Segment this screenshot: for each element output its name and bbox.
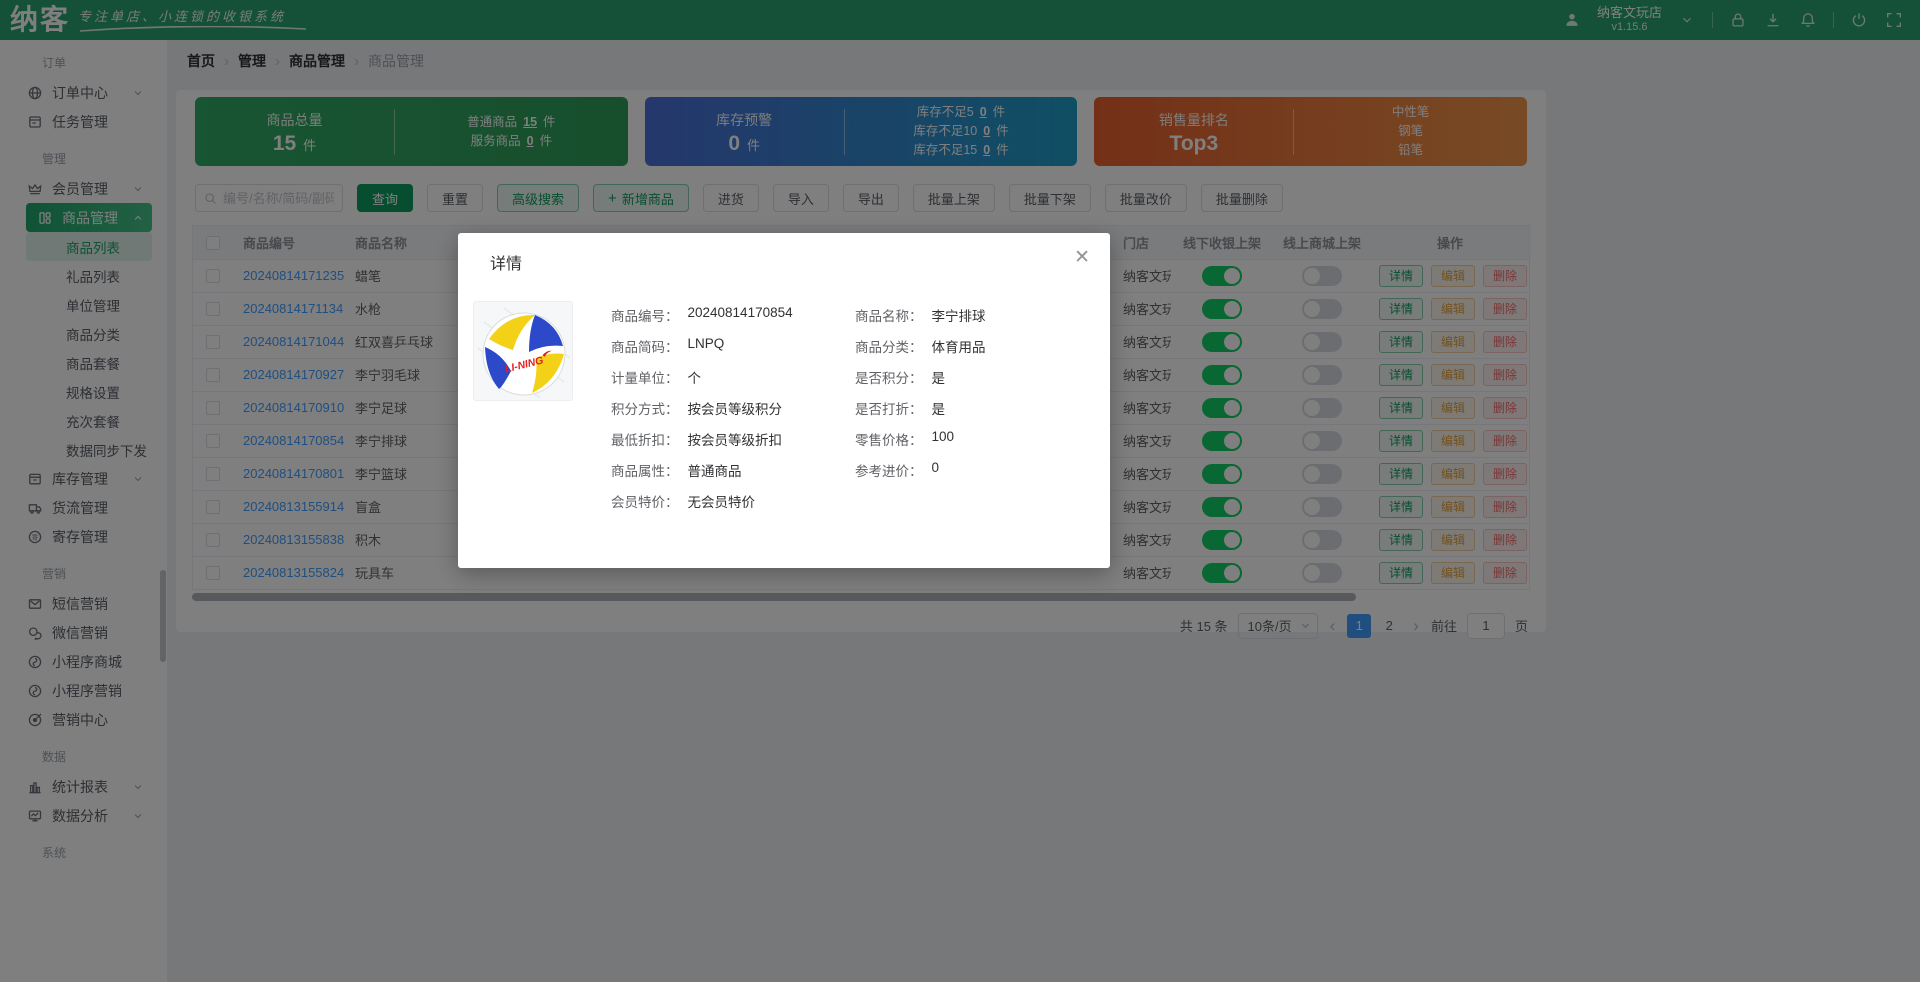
modal-field: 积分方式： 按会员等级积分: [611, 398, 855, 429]
modal-field: 商品属性： 普通商品: [611, 460, 855, 491]
field-label: 是否积分：: [855, 371, 923, 386]
modal-field: 商品名称： 李宁排球: [855, 305, 986, 336]
field-label: 计量单位：: [611, 371, 679, 386]
field-value: 无会员特价: [687, 495, 756, 510]
field-value: 100: [931, 429, 955, 444]
modal-field: 商品简码： LNPQ: [611, 336, 855, 367]
modal-field: 会员特价： 无会员特价: [611, 491, 855, 522]
field-label: 商品分类：: [855, 340, 923, 355]
field-label: 商品属性：: [611, 464, 679, 479]
field-value: 普通商品: [687, 464, 742, 479]
modal-field: 计量单位： 个: [611, 367, 855, 398]
field-value: 按会员等级折扣: [687, 433, 783, 448]
detail-modal: 详情 ✕ LI-NING 商品编号： 20240814170854 商品简码： LNP…: [458, 233, 1110, 568]
modal-field: 是否积分： 是: [855, 367, 986, 398]
modal-fields-left: 商品编号： 20240814170854 商品简码： LNPQ 计量单位： 个积分方式： 按…: [611, 305, 855, 522]
field-value: LNPQ: [687, 336, 725, 351]
field-value: 20240814170854: [687, 305, 793, 320]
field-label: 积分方式：: [611, 402, 679, 417]
modal-field: 最低折扣： 按会员等级折扣: [611, 429, 855, 460]
field-value: 是: [931, 402, 946, 417]
field-value: 按会员等级积分: [687, 402, 783, 417]
modal-field: 参考进价： 0: [855, 460, 986, 491]
field-value: 个: [687, 371, 702, 386]
field-value: 是: [931, 371, 946, 386]
field-label: 商品名称：: [855, 309, 923, 324]
modal-field: 商品编号： 20240814170854: [611, 305, 855, 336]
modal-field: 是否打折： 是: [855, 398, 986, 429]
modal-body: LI-NING 商品编号： 20240814170854 商品简码： LNPQ 计量单位…: [458, 274, 1110, 522]
modal-fields: 商品编号： 20240814170854 商品简码： LNPQ 计量单位： 个积分方式： 按…: [611, 305, 986, 522]
field-value: 0: [931, 460, 940, 475]
field-value: 体育用品: [931, 340, 986, 355]
field-label: 是否打折：: [855, 402, 923, 417]
field-label: 参考进价：: [855, 464, 923, 479]
field-label: 商品简码：: [611, 340, 679, 355]
field-value: 李宁排球: [931, 309, 986, 324]
field-label: 最低折扣：: [611, 433, 679, 448]
close-icon[interactable]: ✕: [1074, 248, 1090, 267]
field-label: 零售价格：: [855, 433, 923, 448]
product-image: LI-NING: [473, 301, 573, 401]
modal-fields-right: 商品名称： 李宁排球 商品分类： 体育用品 是否积分：是是否打折：是零售价格： 100 参考…: [855, 305, 986, 522]
modal-field: 商品分类： 体育用品: [855, 336, 986, 367]
modal-field: 零售价格： 100: [855, 429, 986, 460]
field-label: 会员特价：: [611, 495, 679, 510]
field-label: 商品编号：: [611, 309, 679, 324]
modal-title: 详情: [490, 256, 523, 273]
